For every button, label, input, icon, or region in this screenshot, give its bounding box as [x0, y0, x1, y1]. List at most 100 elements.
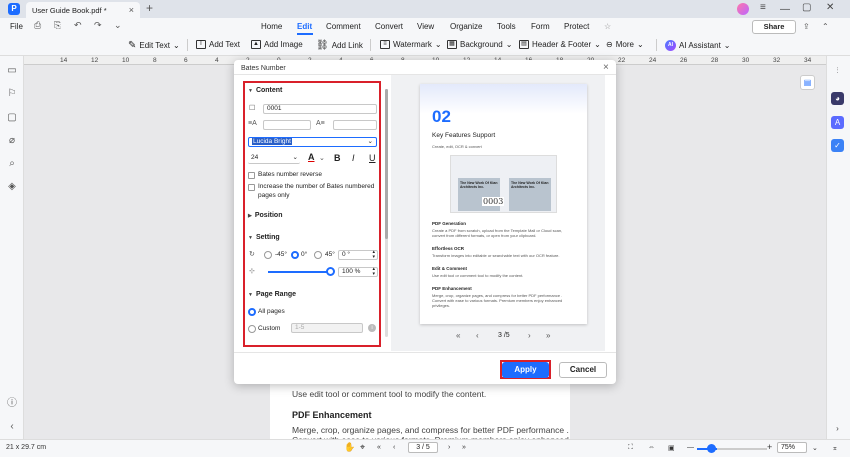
- opacity-slider-handle[interactable]: [326, 267, 335, 276]
- preview-next-page-icon[interactable]: ›: [528, 331, 531, 340]
- menu-tools[interactable]: Tools: [497, 22, 516, 31]
- font-family-select[interactable]: Lucida Bright ⌄: [248, 137, 377, 147]
- background-button[interactable]: ▦ Background ⌄: [447, 40, 512, 49]
- preview-prev-page-icon[interactable]: ‹: [476, 331, 479, 340]
- increase-checkbox[interactable]: [248, 184, 255, 191]
- select-tool-icon[interactable]: ⌖: [360, 442, 365, 453]
- translate-icon[interactable]: A: [831, 116, 844, 129]
- all-pages-radio[interactable]: [248, 308, 256, 316]
- custom-radio[interactable]: [248, 325, 256, 333]
- document-tab[interactable]: User Guide Book.pdf * ×: [26, 2, 140, 18]
- watermark-button[interactable]: ≡ Watermark ⌄: [380, 40, 442, 49]
- minimize-icon[interactable]: —: [780, 4, 790, 15]
- zoom-in-icon[interactable]: +: [767, 442, 772, 452]
- save-icon[interactable]: ⎙: [34, 20, 41, 31]
- prev-page-icon[interactable]: ‹: [393, 444, 395, 451]
- thumbnail-icon[interactable]: ▭: [6, 65, 18, 77]
- thumbnail-view-icon[interactable]: ▣: [668, 444, 675, 452]
- font-color-icon[interactable]: A: [308, 152, 315, 162]
- preview-last-page-icon[interactable]: »: [546, 331, 550, 340]
- ai-chat-icon[interactable]: ◕: [831, 92, 844, 105]
- zoom-out-icon[interactable]: —: [687, 444, 694, 451]
- opacity-slider-track[interactable]: [268, 271, 330, 273]
- position-section-header[interactable]: ▶ Position: [248, 212, 282, 219]
- rotation-minus45-radio[interactable]: [264, 251, 272, 259]
- reverse-checkbox[interactable]: [248, 172, 255, 179]
- menu-comment[interactable]: Comment: [326, 22, 361, 31]
- comment-icon[interactable]: ▢: [6, 112, 18, 124]
- fit-width-icon[interactable]: ⇔: [648, 444, 655, 451]
- chevron-down-icon[interactable]: ⌄: [319, 154, 325, 162]
- chevron-down-icon[interactable]: ⌄: [812, 444, 818, 452]
- last-page-icon[interactable]: »: [462, 444, 466, 451]
- cancel-button[interactable]: Cancel: [559, 362, 607, 378]
- italic-icon[interactable]: I: [352, 153, 355, 163]
- zoom-level-select[interactable]: 75%: [777, 442, 807, 453]
- redo-icon[interactable]: ↷: [94, 20, 102, 31]
- chevron-up-icon[interactable]: ⌃: [822, 22, 829, 31]
- search-icon[interactable]: ⌕: [6, 158, 18, 170]
- add-link-button[interactable]: ⛓ Add Link: [316, 40, 363, 51]
- content-section-header[interactable]: ▼ Content: [248, 87, 282, 94]
- menu-convert[interactable]: Convert: [375, 22, 403, 31]
- more-button[interactable]: ⊖ More ⌄: [606, 40, 644, 49]
- new-tab-button[interactable]: +: [146, 1, 153, 15]
- menu-view[interactable]: View: [417, 22, 434, 31]
- close-tab-icon[interactable]: ×: [129, 5, 134, 15]
- attachment-icon[interactable]: ⌀: [6, 135, 18, 147]
- menu-form[interactable]: Form: [531, 22, 550, 31]
- cloud-upload-icon[interactable]: ⇪: [803, 22, 810, 31]
- share-button[interactable]: Share: [752, 20, 796, 34]
- rotation-0-radio[interactable]: [291, 251, 299, 259]
- ai-assistant-button[interactable]: AI AI Assistant ⌄: [665, 40, 731, 51]
- hand-tool-icon[interactable]: ✋: [344, 442, 355, 453]
- panel-scrollbar-thumb[interactable]: [385, 89, 388, 239]
- print-icon[interactable]: ⎘: [54, 20, 61, 31]
- add-text-button[interactable]: T Add Text: [196, 40, 240, 49]
- header-footer-button[interactable]: ▤ Header & Footer ⌄: [519, 40, 601, 49]
- menu-icon[interactable]: ≡: [760, 2, 766, 13]
- maximize-icon[interactable]: ▢: [802, 2, 811, 13]
- document-ai-icon[interactable]: ▤: [800, 75, 815, 90]
- layers-icon[interactable]: ◈: [6, 181, 18, 193]
- menu-home[interactable]: Home: [261, 22, 282, 31]
- fit-page-icon[interactable]: ⛶: [628, 444, 633, 452]
- undo-icon[interactable]: ↶: [74, 20, 82, 31]
- panel-scrollbar[interactable]: [385, 89, 388, 337]
- apply-button[interactable]: Apply: [502, 362, 549, 378]
- first-page-icon[interactable]: «: [377, 444, 381, 451]
- close-window-icon[interactable]: ✕: [826, 2, 834, 13]
- dropdown-icon[interactable]: ⌄: [114, 20, 122, 31]
- collapse-left-icon[interactable]: ‹: [6, 421, 18, 433]
- zoom-slider-handle[interactable]: [707, 444, 716, 453]
- collapse-icon[interactable]: ⌅: [832, 444, 838, 452]
- page-number-input[interactable]: 3 / 5: [408, 442, 438, 453]
- rotation-value-input[interactable]: 0 ° ▴ ▾: [338, 250, 378, 260]
- settings-sliders-icon[interactable]: ⫶: [831, 64, 844, 77]
- next-page-icon[interactable]: ›: [448, 444, 450, 451]
- page-range-section-header[interactable]: ▼ Page Range: [248, 291, 296, 298]
- preview-first-page-icon[interactable]: «: [456, 331, 460, 340]
- avatar[interactable]: [737, 3, 749, 15]
- star-icon[interactable]: ☆: [604, 22, 611, 31]
- edit-text-button[interactable]: ✎ Edit Text ⌄: [128, 40, 180, 51]
- setting-section-header[interactable]: ▼ Setting: [248, 234, 280, 241]
- info-icon[interactable]: i: [368, 324, 376, 332]
- menu-file[interactable]: File: [10, 22, 23, 31]
- add-image-button[interactable]: ▲ Add Image: [251, 40, 303, 49]
- menu-organize[interactable]: Organize: [450, 22, 482, 31]
- custom-range-input[interactable]: 1-5: [291, 323, 363, 333]
- menu-protect[interactable]: Protect: [564, 22, 589, 31]
- collapse-right-icon[interactable]: ›: [831, 422, 844, 435]
- line-spacing-input[interactable]: [333, 120, 377, 130]
- prefix-input[interactable]: 0001: [263, 104, 377, 114]
- font-spacing-input[interactable]: [263, 120, 311, 130]
- help-icon[interactable]: ⓘ: [6, 398, 18, 410]
- menu-edit[interactable]: Edit: [297, 22, 312, 31]
- close-dialog-icon[interactable]: ×: [603, 62, 609, 73]
- bookmark-icon[interactable]: ⚐: [6, 88, 18, 100]
- font-size-select[interactable]: 24 ⌄: [248, 154, 300, 164]
- bold-icon[interactable]: B: [334, 153, 341, 163]
- opacity-value-input[interactable]: 100 % ▴ ▾: [338, 267, 378, 277]
- rotation-45-radio[interactable]: [314, 251, 322, 259]
